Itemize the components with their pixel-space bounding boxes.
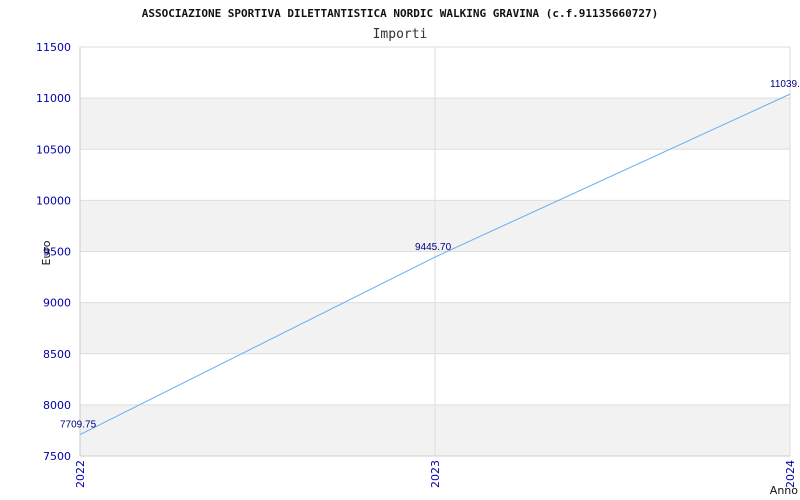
y-tick-label: 8000 <box>43 399 71 412</box>
x-ticks: 2022 2023 2024 <box>74 460 797 488</box>
x-tick-label: 2023 <box>429 460 442 488</box>
y-tick-label: 11000 <box>36 92 71 105</box>
y-tick-label: 7500 <box>43 450 71 463</box>
y-tick-label: 11500 <box>36 41 71 54</box>
y-tick-label: 10500 <box>36 143 71 156</box>
data-label: 7709.75 <box>60 420 97 431</box>
y-tick-label: 9000 <box>43 297 71 310</box>
x-tick-label: 2022 <box>74 460 87 488</box>
y-axis-label: Euro <box>40 240 53 265</box>
data-label: 9445.70 <box>415 242 452 253</box>
data-label: 11039.0 <box>770 79 800 90</box>
y-tick-label: 8500 <box>43 348 71 361</box>
chart-subtitle: Importi <box>373 27 428 42</box>
x-axis-label: Anno <box>770 484 798 497</box>
chart-title: ASSOCIAZIONE SPORTIVA DILETTANTISTICA NO… <box>142 7 659 20</box>
y-tick-label: 10000 <box>36 194 71 207</box>
chart: 7500800085009000950010000105001100011500… <box>36 7 800 497</box>
